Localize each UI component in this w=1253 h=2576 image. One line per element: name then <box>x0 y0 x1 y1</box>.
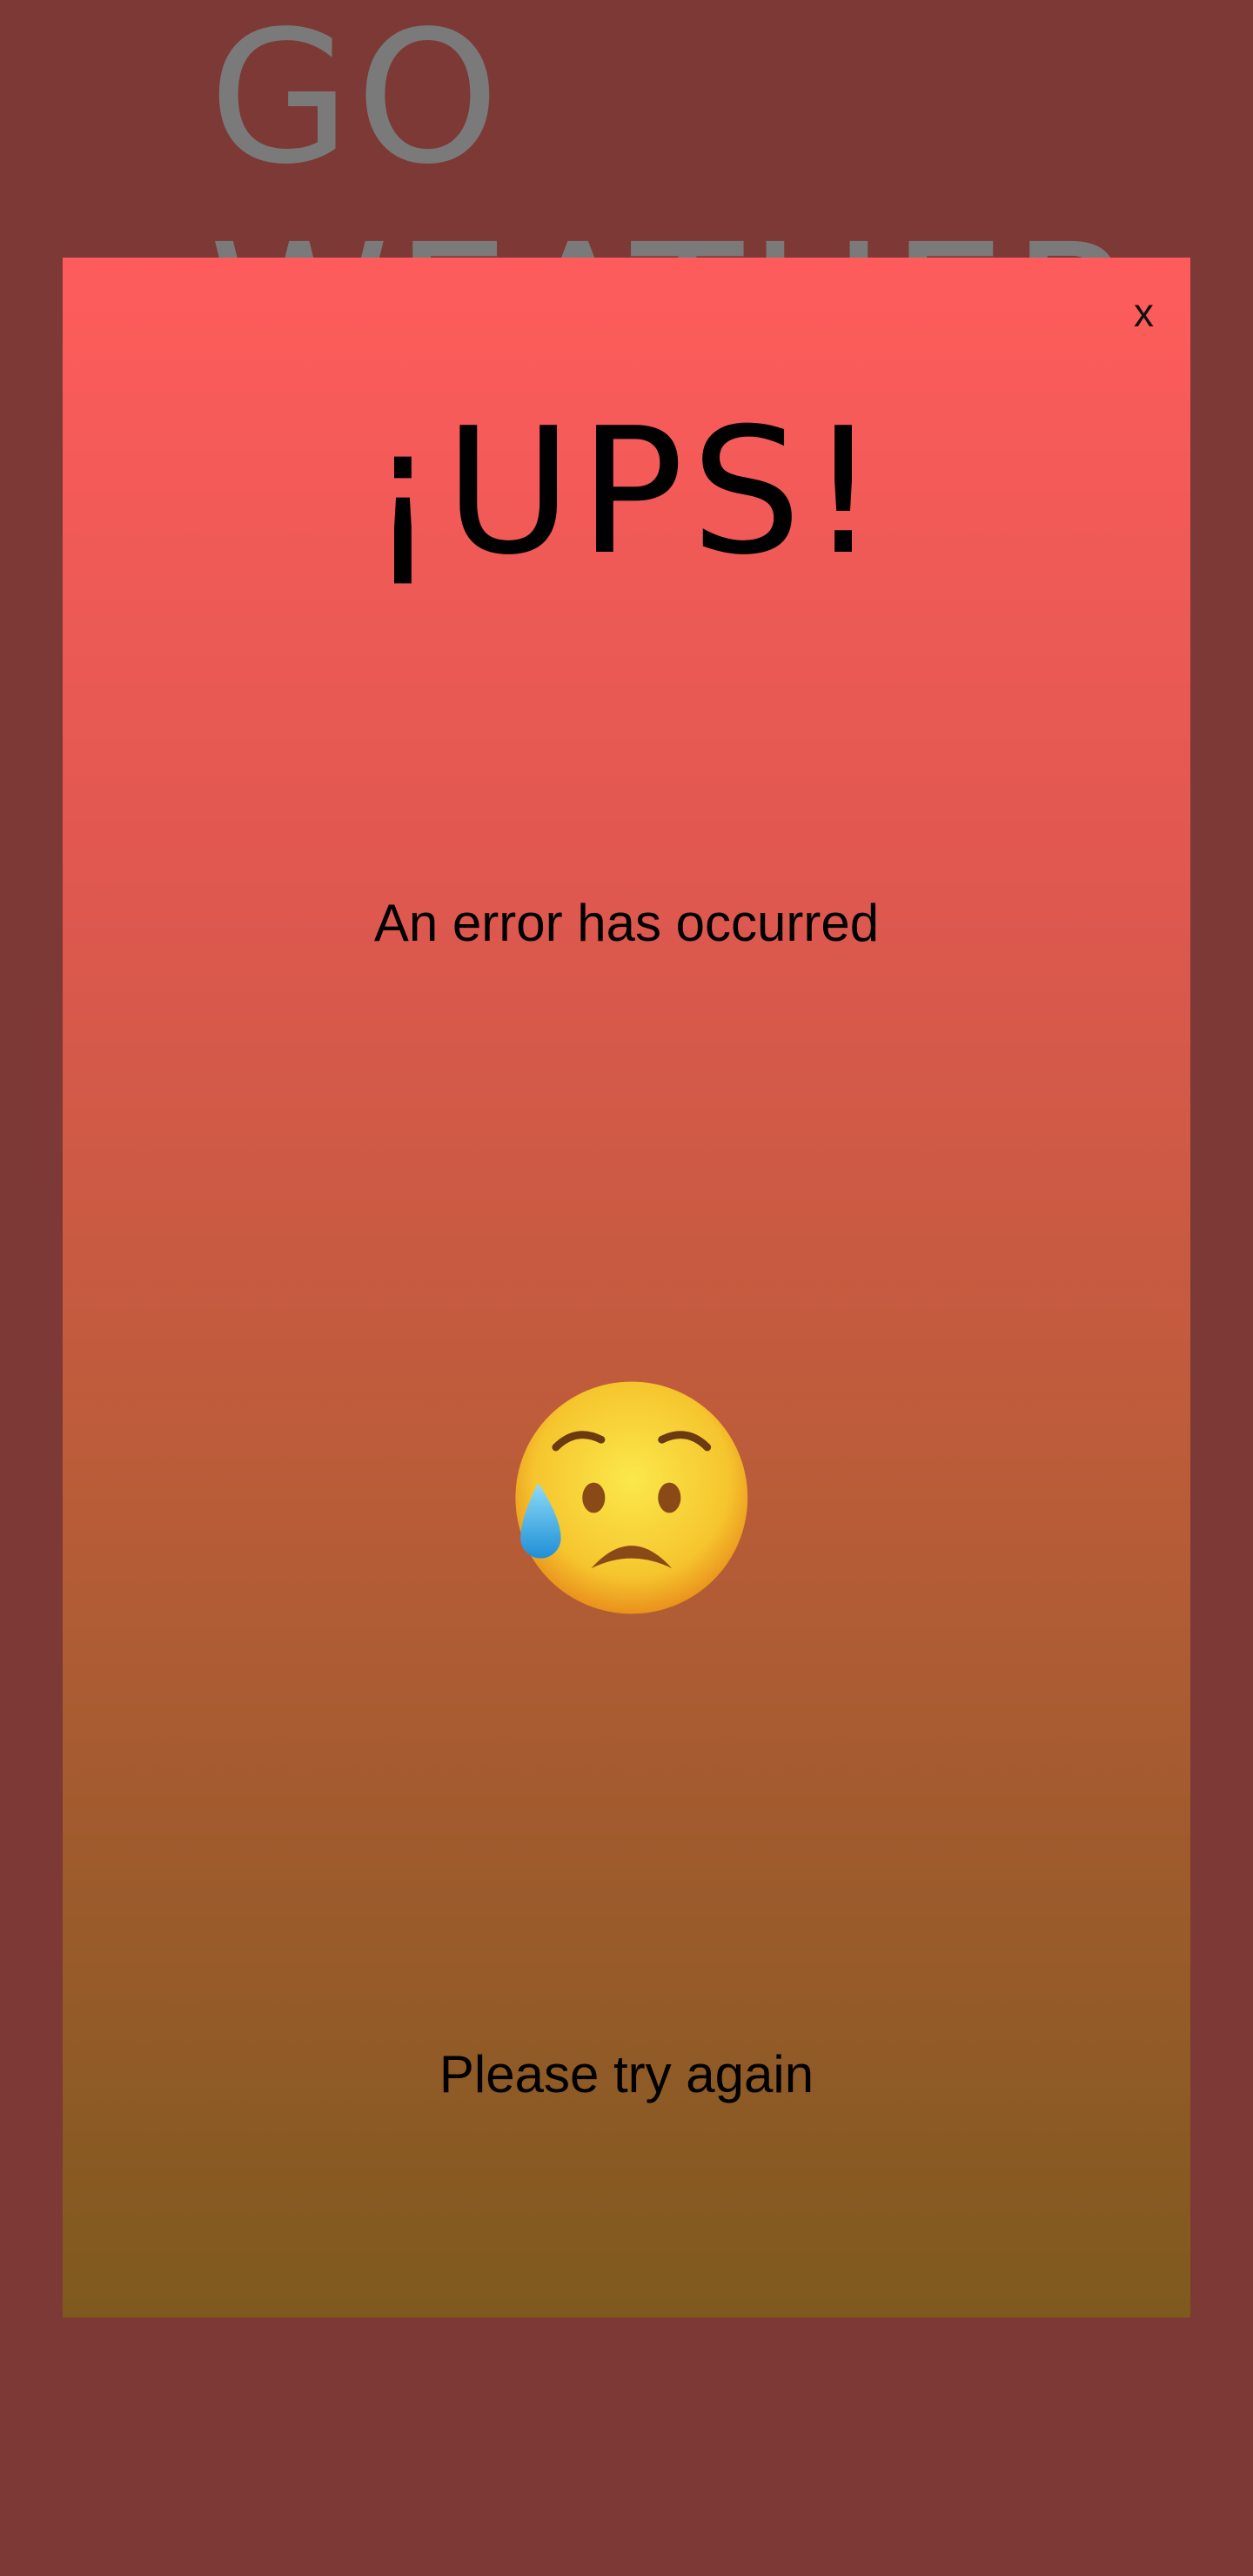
modal-title: ¡UPS! <box>367 391 886 594</box>
retry-message: Please try again <box>439 2045 814 2103</box>
error-message: An error has occurred <box>373 894 880 952</box>
close-button[interactable]: x <box>1127 289 1161 336</box>
error-modal: x ¡UPS! An error has occurred Please try… <box>63 258 1190 2318</box>
sad-but-relieved-face-icon <box>515 1381 748 1614</box>
